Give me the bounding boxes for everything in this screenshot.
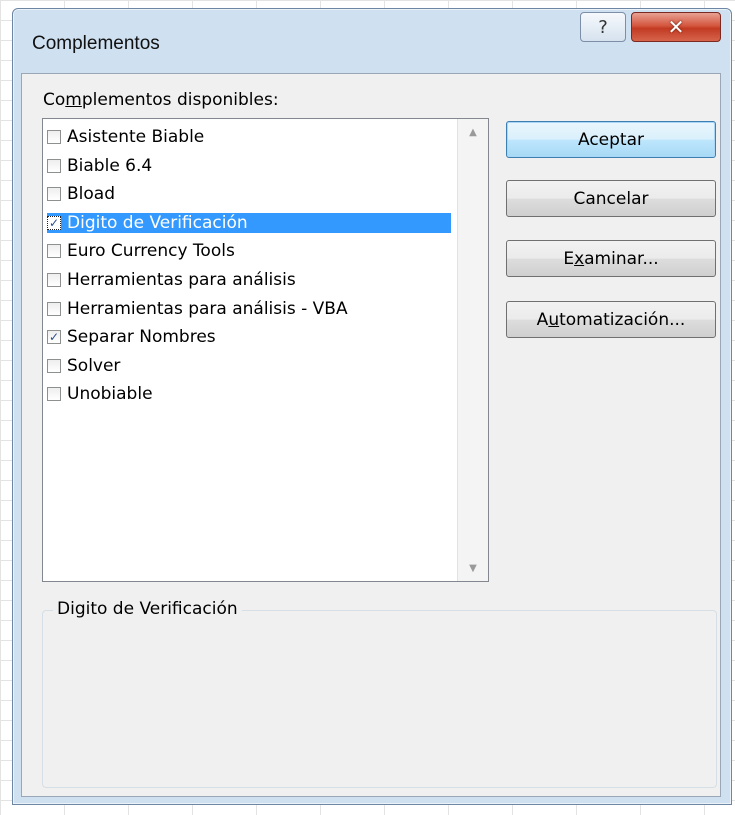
close-icon: ✕	[667, 15, 685, 39]
dialog-titlebar[interactable]: Complementos ? ✕	[13, 9, 731, 69]
dialog-body: Complementos disponibles: Asistente Biab…	[21, 73, 721, 797]
checkbox-unchecked[interactable]	[47, 301, 61, 316]
dialog-title: Complementos	[32, 33, 160, 54]
addin-label: Separar Nombres	[67, 327, 216, 348]
check-icon: ✓	[48, 330, 60, 345]
help-icon: ?	[598, 16, 608, 38]
scroll-down-icon[interactable]: ▼	[458, 557, 488, 579]
help-button[interactable]: ?	[580, 12, 626, 42]
addins-list: Asistente Biable Biable 6.4 Bload ✓ Digito d…	[43, 119, 458, 581]
automation-button[interactable]: Au tomatización...	[506, 301, 716, 338]
addin-list-item[interactable]: Biable 6.4	[47, 156, 451, 176]
label-part: plementos disponibles:	[81, 90, 279, 110]
checkbox-unchecked[interactable]	[47, 273, 61, 287]
listbox-scrollbar[interactable]: ▲ ▼	[457, 119, 488, 581]
button-label-part: tomatización...	[559, 309, 686, 330]
available-addins-label: Complementos disponibles:	[43, 90, 279, 110]
addin-list-item[interactable]: Bload	[47, 184, 451, 204]
addin-list-item[interactable]: ✓ Digito de Verificación	[47, 212, 451, 233]
scroll-up-icon[interactable]: ▲	[458, 121, 488, 143]
checkbox-unchecked[interactable]	[47, 387, 61, 402]
addin-label: Euro Currency Tools	[67, 241, 235, 262]
addin-list-item[interactable]: ✓ Separar Nombres	[47, 327, 451, 347]
description-groupbox: Digito de Verificación	[42, 599, 717, 788]
addins-dialog: Complementos ? ✕ Complementos disponible…	[12, 8, 732, 805]
addins-listbox[interactable]: Asistente Biable Biable 6.4 Bload ✓ Digito d…	[42, 118, 489, 582]
button-label-part: A	[536, 309, 549, 330]
close-button[interactable]: ✕	[631, 12, 721, 42]
addin-label: Herramientas para análisis - VBA	[67, 298, 348, 319]
cancel-button[interactable]: Cancelar	[506, 180, 716, 217]
button-label-part: aminar...	[584, 248, 659, 269]
label-part: Co	[43, 90, 66, 110]
button-label-part: E	[563, 248, 575, 269]
addin-list-item[interactable]: Euro Currency Tools	[47, 241, 451, 261]
checkbox-unchecked[interactable]	[47, 158, 61, 173]
addin-list-item[interactable]: Solver	[47, 356, 451, 376]
checkbox-unchecked[interactable]	[47, 358, 61, 373]
button-accelerator: x	[574, 248, 585, 269]
addin-label: Herramientas para análisis	[67, 270, 296, 290]
addin-label: Asistente Biable	[67, 127, 205, 147]
label-accelerator: m	[65, 90, 82, 110]
addin-list-item[interactable]: Herramientas para análisis - VBA	[47, 299, 451, 319]
checkbox-unchecked[interactable]	[47, 187, 61, 202]
addin-label: Biable 6.4	[67, 155, 153, 176]
addin-label: Unobiable	[67, 384, 153, 405]
addin-list-item[interactable]: Herramientas para análisis	[47, 270, 451, 290]
browse-button[interactable]: Ex aminar...	[506, 240, 716, 277]
addin-list-item[interactable]: Asistente Biable	[47, 127, 451, 147]
checkbox-unchecked[interactable]	[47, 130, 61, 144]
addin-label: Solver	[67, 355, 121, 376]
checkbox-checked[interactable]: ✓	[47, 215, 61, 230]
addin-label: Digito de Verificación	[67, 212, 248, 233]
ok-button[interactable]: Aceptar	[506, 121, 716, 158]
description-title: Digito de Verificación	[53, 599, 242, 619]
addin-label: Bload	[67, 184, 115, 205]
checkbox-checked[interactable]: ✓	[47, 330, 61, 345]
button-accelerator: u	[548, 309, 560, 330]
checkbox-unchecked[interactable]	[47, 244, 61, 259]
addin-list-item[interactable]: Unobiable	[47, 384, 451, 404]
check-icon: ✓	[48, 215, 60, 230]
